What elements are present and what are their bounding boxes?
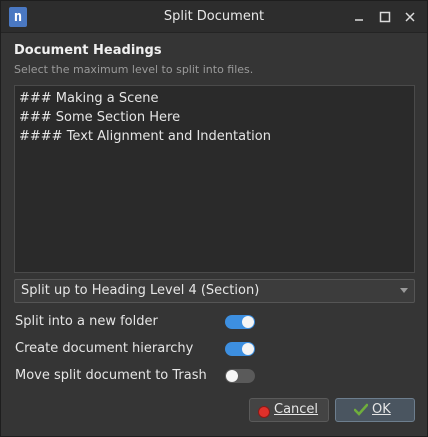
split-level-select[interactable]: Split up to Heading Level 4 (Section)	[14, 279, 415, 303]
cancel-icon	[258, 404, 270, 418]
section-subtitle: Select the maximum level to split into f…	[14, 63, 254, 76]
maximize-icon[interactable]	[377, 9, 393, 25]
title-bar: n Split Document	[1, 1, 427, 33]
chevron-down-icon	[400, 288, 408, 293]
option-new-folder-label: Split into a new folder	[15, 314, 158, 329]
hierarchy-toggle[interactable]	[225, 342, 255, 356]
list-item[interactable]: ### Making a Scene	[19, 89, 410, 108]
toggle-knob	[242, 316, 254, 328]
ok-button[interactable]: OK	[335, 398, 415, 422]
section-heading: Document Headings	[14, 43, 162, 58]
split-document-dialog: n Split Document Document Headings Selec…	[0, 0, 428, 437]
minimize-icon[interactable]	[351, 9, 367, 25]
option-trash-label: Move split document to Trash	[15, 368, 207, 383]
toggle-knob	[226, 370, 238, 382]
toggle-knob	[242, 343, 254, 355]
split-level-value: Split up to Heading Level 4 (Section)	[21, 283, 260, 298]
new-folder-toggle[interactable]	[225, 315, 255, 329]
cancel-button[interactable]: Cancel	[249, 398, 329, 422]
checkmark-icon	[353, 403, 369, 416]
cancel-button-label: Cancel	[274, 402, 319, 417]
option-hierarchy-label: Create document hierarchy	[15, 341, 194, 356]
list-item[interactable]: #### Text Alignment and Indentation	[19, 127, 410, 146]
close-icon[interactable]	[402, 9, 418, 25]
trash-toggle[interactable]	[225, 369, 255, 383]
headings-list[interactable]: ### Making a Scene ### Some Section Here…	[14, 85, 415, 273]
ok-button-label: OK	[372, 402, 391, 417]
list-item[interactable]: ### Some Section Here	[19, 108, 410, 127]
